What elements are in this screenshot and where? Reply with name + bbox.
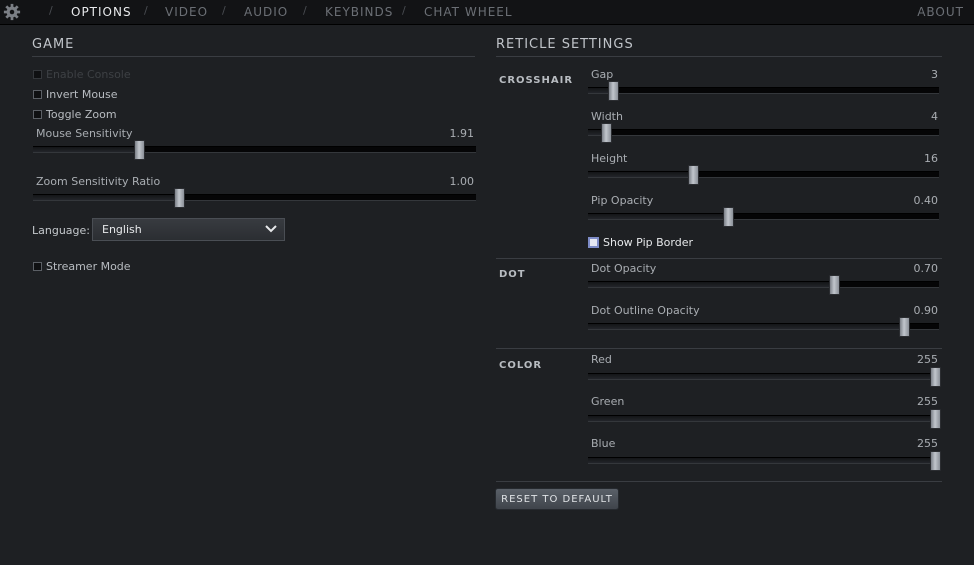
dot-group-label: DOT bbox=[499, 269, 526, 280]
slider-value: 0.90 bbox=[913, 304, 939, 317]
zoom-sensitivity-ratio-slider[interactable] bbox=[33, 188, 476, 208]
slider-value: 255 bbox=[917, 353, 938, 366]
language-selected-value: English bbox=[102, 223, 142, 236]
slider-thumb[interactable] bbox=[174, 188, 186, 208]
group-divider bbox=[496, 258, 942, 259]
checkbox-label: Invert Mouse bbox=[46, 88, 118, 101]
checkbox-box[interactable] bbox=[33, 110, 42, 119]
top-nav-bar: / OPTIONS / VIDEO / AUDIO / KEYBINDS / C… bbox=[0, 0, 974, 25]
slider-value: 16 bbox=[924, 152, 938, 165]
slider-value: 0.40 bbox=[913, 194, 939, 207]
group-divider bbox=[496, 481, 942, 482]
pip-opacity-slider[interactable] bbox=[588, 207, 939, 227]
checkbox-label: Enable Console bbox=[46, 68, 131, 81]
group-divider bbox=[496, 348, 942, 349]
slider-thumb[interactable] bbox=[723, 207, 735, 227]
reticle-settings-title: RETICLE SETTINGS bbox=[496, 37, 634, 52]
dot-outline-opacity-slider[interactable] bbox=[588, 317, 939, 337]
crosshair-group-label: CROSSHAIR bbox=[499, 75, 574, 86]
slider-value: 255 bbox=[917, 395, 938, 408]
checkbox-label: Streamer Mode bbox=[46, 260, 131, 273]
slider-label: Gap bbox=[591, 68, 614, 81]
nav-separator: / bbox=[222, 4, 226, 17]
slider-value: 255 bbox=[917, 437, 938, 450]
slider-label: Blue bbox=[591, 437, 616, 450]
slider-fill bbox=[33, 195, 180, 200]
slider-label: Green bbox=[591, 395, 625, 408]
slider-value: 4 bbox=[931, 110, 938, 123]
slider-thumb[interactable] bbox=[930, 451, 941, 471]
slider-label: Zoom Sensitivity Ratio bbox=[36, 175, 161, 188]
tab-keybinds[interactable]: KEYBINDS bbox=[325, 5, 393, 19]
toggle-zoom-checkbox[interactable]: Toggle Zoom bbox=[33, 108, 117, 121]
checkbox-box bbox=[33, 70, 42, 79]
tab-chat-wheel[interactable]: CHAT WHEEL bbox=[424, 5, 513, 19]
nav-separator: / bbox=[303, 4, 307, 17]
color-group-label: COLOR bbox=[499, 360, 543, 371]
slider-label: Red bbox=[591, 353, 612, 366]
blue-slider[interactable] bbox=[588, 451, 941, 471]
slider-value: 3 bbox=[931, 68, 938, 81]
slider-fill bbox=[33, 147, 140, 152]
about-link[interactable]: ABOUT bbox=[917, 5, 964, 19]
slider-thumb[interactable] bbox=[607, 81, 619, 101]
slider-thumb[interactable] bbox=[600, 123, 612, 143]
slider-label: Pip Opacity bbox=[591, 194, 654, 207]
language-dropdown[interactable]: English bbox=[92, 218, 285, 241]
nav-separator: / bbox=[144, 4, 148, 17]
checkbox-label: Show Pip Border bbox=[603, 236, 693, 249]
streamer-mode-checkbox[interactable]: Streamer Mode bbox=[33, 260, 131, 273]
slider-value: 0.70 bbox=[913, 262, 939, 275]
slider-fill bbox=[588, 282, 834, 287]
slider-fill bbox=[588, 172, 694, 177]
enable-console-checkbox: Enable Console bbox=[33, 68, 131, 81]
slider-fill bbox=[588, 416, 935, 421]
options-panel bbox=[0, 25, 974, 565]
height-slider[interactable] bbox=[588, 165, 939, 185]
checkbox-box[interactable] bbox=[33, 262, 42, 271]
nav-separator: / bbox=[49, 4, 53, 17]
show-pip-border-checkbox[interactable]: Show Pip Border bbox=[588, 236, 693, 249]
slider-fill bbox=[588, 214, 729, 219]
tab-options[interactable]: OPTIONS bbox=[71, 5, 132, 19]
checkbox-box[interactable] bbox=[588, 237, 599, 248]
invert-mouse-checkbox[interactable]: Invert Mouse bbox=[33, 88, 118, 101]
slider-thumb[interactable] bbox=[134, 140, 146, 160]
slider-thumb[interactable] bbox=[898, 317, 910, 337]
language-label: Language: bbox=[32, 224, 90, 237]
game-section-title: GAME bbox=[32, 37, 75, 52]
section-divider bbox=[32, 56, 475, 57]
red-slider[interactable] bbox=[588, 367, 941, 387]
checkbox-box[interactable] bbox=[33, 90, 42, 99]
slider-thumb[interactable] bbox=[930, 367, 941, 387]
green-slider[interactable] bbox=[588, 409, 941, 429]
slider-label: Dot Outline Opacity bbox=[591, 304, 700, 317]
slider-thumb[interactable] bbox=[930, 409, 941, 429]
gap-slider[interactable] bbox=[588, 81, 939, 101]
checkbox-label: Toggle Zoom bbox=[46, 108, 117, 121]
dot-opacity-slider[interactable] bbox=[588, 275, 939, 295]
slider-label: Width bbox=[591, 110, 623, 123]
tab-video[interactable]: VIDEO bbox=[165, 5, 208, 19]
slider-value: 1.91 bbox=[449, 127, 475, 140]
slider-fill bbox=[588, 374, 935, 379]
nav-separator: / bbox=[402, 4, 406, 17]
mouse-sensitivity-slider[interactable] bbox=[33, 140, 476, 160]
reset-to-default-button[interactable]: RESET TO DEFAULT bbox=[495, 488, 619, 510]
slider-fill bbox=[588, 324, 904, 329]
slider-thumb[interactable] bbox=[688, 165, 700, 185]
chevron-down-icon bbox=[265, 225, 277, 233]
gear-icon[interactable] bbox=[3, 3, 21, 21]
slider-fill bbox=[588, 458, 935, 463]
width-slider[interactable] bbox=[588, 123, 939, 143]
slider-label: Dot Opacity bbox=[591, 262, 657, 275]
slider-value: 1.00 bbox=[449, 175, 475, 188]
slider-thumb[interactable] bbox=[828, 275, 840, 295]
section-divider bbox=[496, 56, 942, 57]
slider-label: Mouse Sensitivity bbox=[36, 127, 133, 140]
tab-audio[interactable]: AUDIO bbox=[244, 5, 288, 19]
slider-label: Height bbox=[591, 152, 628, 165]
